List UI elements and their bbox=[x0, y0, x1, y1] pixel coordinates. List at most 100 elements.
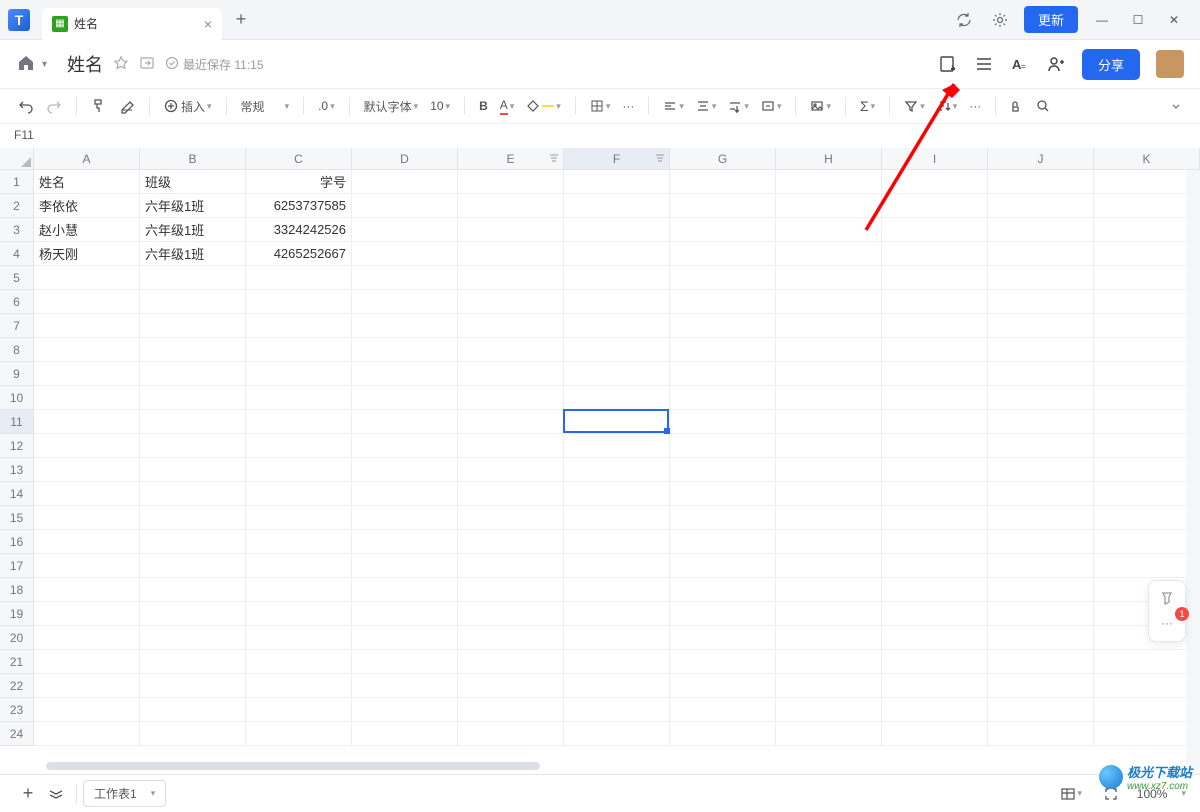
font-family-dropdown[interactable]: 默认字体▾ bbox=[360, 94, 423, 118]
cell[interactable] bbox=[34, 386, 140, 410]
cell[interactable] bbox=[458, 626, 564, 650]
cell[interactable] bbox=[882, 362, 988, 386]
find-button[interactable] bbox=[1032, 94, 1054, 118]
insert-button[interactable]: 插入▾ bbox=[160, 94, 216, 118]
cell[interactable] bbox=[988, 722, 1094, 746]
row-header[interactable]: 13 bbox=[0, 458, 34, 482]
edit-note-icon[interactable] bbox=[938, 54, 958, 74]
document-title[interactable]: 姓名 bbox=[67, 51, 103, 77]
cell[interactable] bbox=[458, 170, 564, 194]
column-header[interactable]: C bbox=[246, 148, 352, 169]
number-format-dropdown[interactable]: 常规▾ bbox=[237, 94, 294, 118]
cell[interactable] bbox=[882, 626, 988, 650]
cell[interactable] bbox=[352, 482, 458, 506]
cell[interactable] bbox=[34, 698, 140, 722]
cell[interactable] bbox=[34, 578, 140, 602]
cell[interactable] bbox=[882, 674, 988, 698]
cell[interactable] bbox=[34, 722, 140, 746]
cell[interactable] bbox=[564, 170, 670, 194]
cell[interactable] bbox=[564, 674, 670, 698]
cell[interactable] bbox=[246, 554, 352, 578]
row-header[interactable]: 3 bbox=[0, 218, 34, 242]
cell[interactable] bbox=[458, 722, 564, 746]
text-wrap-button[interactable]: ▾ bbox=[724, 94, 753, 118]
more-format-button[interactable]: ··· bbox=[618, 94, 638, 118]
cell[interactable] bbox=[140, 362, 246, 386]
cell[interactable] bbox=[352, 674, 458, 698]
cell[interactable] bbox=[1094, 386, 1200, 410]
row-header[interactable]: 9 bbox=[0, 362, 34, 386]
cell[interactable] bbox=[1094, 170, 1200, 194]
cell[interactable] bbox=[352, 194, 458, 218]
cell[interactable] bbox=[670, 506, 776, 530]
cell[interactable] bbox=[670, 530, 776, 554]
cell[interactable] bbox=[246, 722, 352, 746]
cell[interactable] bbox=[246, 482, 352, 506]
decimal-button[interactable]: .0▾ bbox=[314, 94, 339, 118]
cell[interactable] bbox=[246, 386, 352, 410]
cell[interactable] bbox=[988, 602, 1094, 626]
cell[interactable] bbox=[1094, 506, 1200, 530]
cell[interactable] bbox=[670, 578, 776, 602]
document-tab[interactable]: ▦ 姓名 × bbox=[42, 8, 222, 40]
cell[interactable] bbox=[246, 314, 352, 338]
undo-button[interactable] bbox=[14, 94, 38, 118]
cell[interactable] bbox=[882, 170, 988, 194]
cell[interactable] bbox=[882, 506, 988, 530]
cell[interactable] bbox=[670, 362, 776, 386]
column-header[interactable]: I bbox=[882, 148, 988, 169]
cell[interactable] bbox=[458, 290, 564, 314]
cell[interactable] bbox=[882, 266, 988, 290]
formula-button[interactable]: Σ▾ bbox=[856, 94, 879, 118]
cell[interactable] bbox=[564, 266, 670, 290]
cell[interactable] bbox=[458, 386, 564, 410]
cell[interactable] bbox=[140, 722, 246, 746]
cell[interactable] bbox=[564, 434, 670, 458]
cell[interactable] bbox=[140, 338, 246, 362]
sync-icon[interactable] bbox=[946, 2, 982, 38]
cell[interactable] bbox=[140, 410, 246, 434]
filter-button[interactable]: ▾ bbox=[900, 94, 929, 118]
cell[interactable] bbox=[458, 698, 564, 722]
cell[interactable] bbox=[776, 410, 882, 434]
cell[interactable] bbox=[564, 482, 670, 506]
cell[interactable] bbox=[776, 506, 882, 530]
cell[interactable] bbox=[882, 242, 988, 266]
move-to-icon[interactable] bbox=[139, 55, 157, 73]
cell[interactable] bbox=[776, 266, 882, 290]
cell[interactable] bbox=[352, 578, 458, 602]
cell[interactable] bbox=[988, 266, 1094, 290]
cell[interactable] bbox=[776, 362, 882, 386]
collapse-toolbar-button[interactable] bbox=[1166, 94, 1186, 118]
cell[interactable] bbox=[882, 482, 988, 506]
cell[interactable] bbox=[458, 434, 564, 458]
row-header[interactable]: 5 bbox=[0, 266, 34, 290]
cell[interactable] bbox=[670, 386, 776, 410]
cell[interactable] bbox=[670, 314, 776, 338]
row-header[interactable]: 1 bbox=[0, 170, 34, 194]
cell[interactable] bbox=[140, 314, 246, 338]
cell[interactable] bbox=[140, 626, 246, 650]
sheets-list-button[interactable] bbox=[42, 780, 70, 808]
cell[interactable] bbox=[564, 218, 670, 242]
merge-cells-button[interactable]: ▾ bbox=[757, 94, 786, 118]
vertical-scrollbar[interactable] bbox=[1186, 170, 1200, 774]
filter-indicator-icon[interactable] bbox=[655, 152, 665, 166]
cell[interactable] bbox=[34, 458, 140, 482]
cell[interactable] bbox=[670, 554, 776, 578]
cell[interactable] bbox=[34, 338, 140, 362]
cell[interactable] bbox=[988, 554, 1094, 578]
cell[interactable] bbox=[670, 218, 776, 242]
cell[interactable] bbox=[670, 674, 776, 698]
cell[interactable] bbox=[776, 458, 882, 482]
cell[interactable]: 六年级1班 bbox=[140, 218, 246, 242]
cell[interactable] bbox=[670, 170, 776, 194]
cell[interactable] bbox=[988, 410, 1094, 434]
cell[interactable] bbox=[246, 338, 352, 362]
cell[interactable] bbox=[988, 362, 1094, 386]
cell[interactable] bbox=[140, 434, 246, 458]
cell[interactable] bbox=[34, 554, 140, 578]
cell[interactable]: 姓名 bbox=[34, 170, 140, 194]
cell[interactable] bbox=[352, 218, 458, 242]
more-tools-button[interactable]: ··· bbox=[965, 94, 985, 118]
